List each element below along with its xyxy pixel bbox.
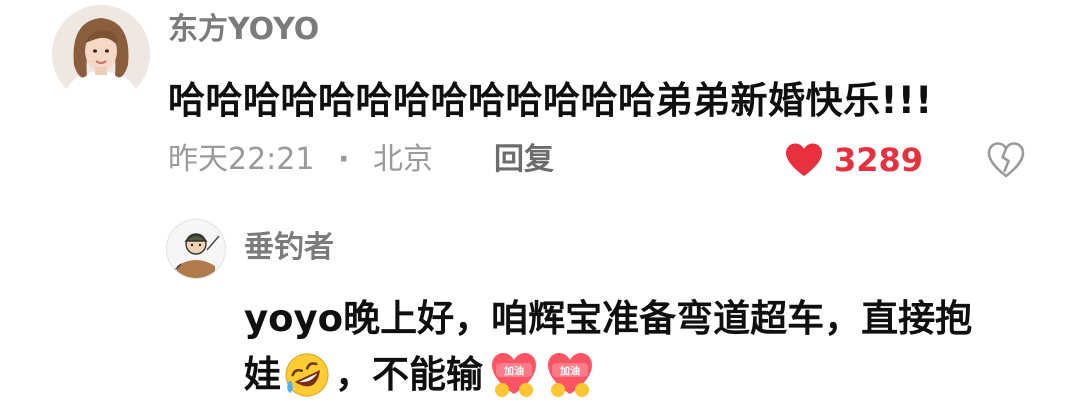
reply-text-line2: 娃 ，不能输 加油 加油: [244, 350, 595, 400]
commenter-username[interactable]: 东方YOYO: [168, 12, 319, 48]
reply-button[interactable]: 回复: [494, 140, 554, 180]
comment-time: 昨天22:21: [168, 142, 315, 177]
reply-text-line1: yoyo晚上好，咱辉宝准备弯道超车，直接抱: [244, 297, 973, 340]
heart-icon: [786, 143, 822, 176]
jiayou-label: 加油: [559, 365, 580, 378]
comment-location: 北京: [372, 142, 433, 177]
comment-text: 哈哈哈哈哈哈哈哈哈哈哈哈哈弟弟新婚快乐!!!: [168, 79, 933, 122]
rolling-laugh-emoji: [285, 353, 329, 397]
avatar-image: [167, 220, 225, 278]
avatar-image: [52, 5, 150, 103]
jiayou-label: 加油: [503, 365, 524, 378]
reply-text-fragment: ，不能输: [335, 353, 483, 396]
replier-username[interactable]: 垂钓者: [244, 229, 334, 267]
commenter-avatar[interactable]: [52, 5, 150, 103]
jiayou-emoji: 加油: [492, 353, 536, 397]
like-button[interactable]: 3289: [784, 139, 923, 181]
like-count: 3289: [834, 141, 924, 179]
reply-text-fragment: 娃: [244, 353, 281, 396]
replier-avatar[interactable]: [166, 219, 226, 279]
comment-meta: 昨天22:21 · 北京: [168, 140, 433, 180]
jiayou-emoji: 加油: [548, 353, 592, 397]
broken-heart-icon[interactable]: [986, 141, 1026, 179]
meta-separator: ·: [338, 142, 350, 177]
